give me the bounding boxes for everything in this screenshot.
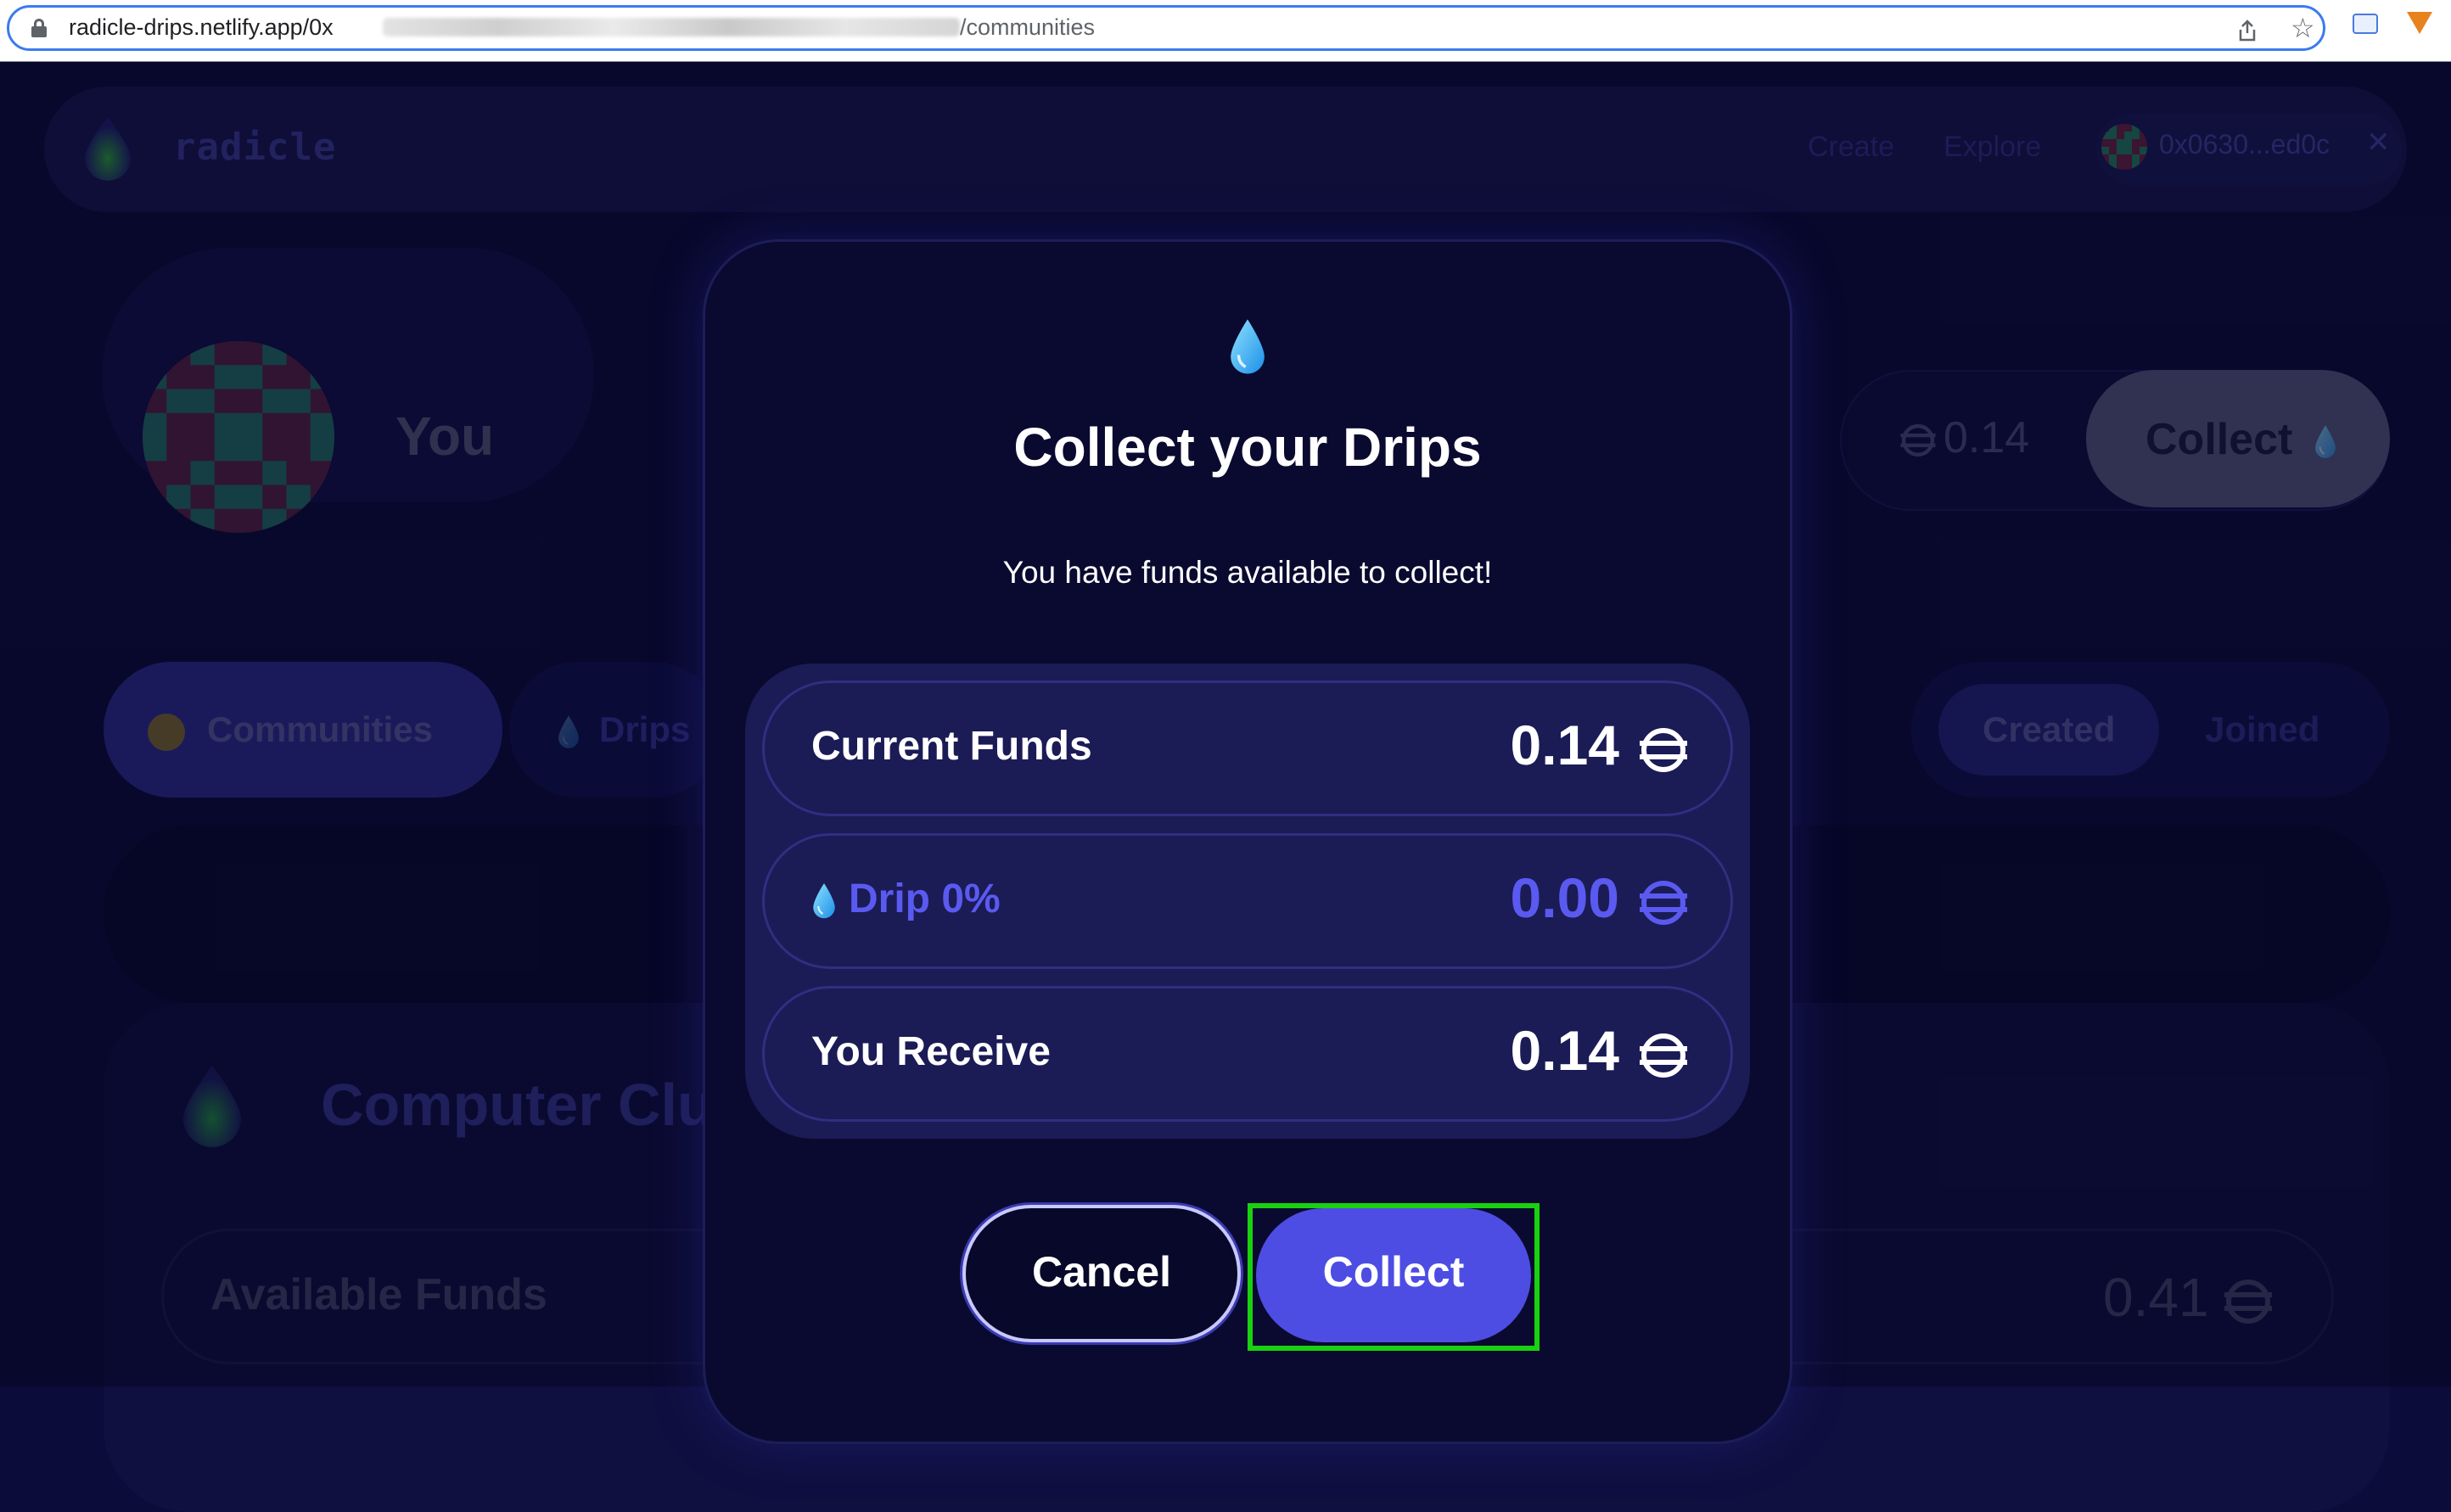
drop-icon bbox=[811, 882, 837, 921]
row-current-funds-label: Current Funds bbox=[811, 724, 1092, 769]
extension-icon[interactable] bbox=[2353, 14, 2378, 34]
url-redacted bbox=[383, 18, 960, 36]
dai-icon bbox=[1638, 1030, 1689, 1081]
row-current-funds-value: 0.14 bbox=[1443, 713, 1689, 777]
modal-title: Collect your Drips bbox=[1013, 417, 1482, 478]
row-you-receive-value: 0.14 bbox=[1443, 1018, 1689, 1083]
row-drip-fee-label: Drip 0% bbox=[811, 876, 1001, 922]
dai-icon bbox=[1638, 877, 1689, 928]
browser-toolbar: radicle-drips.netlify.app/0x /communitie… bbox=[0, 0, 2451, 62]
row-you-receive-label: You Receive bbox=[811, 1029, 1051, 1074]
share-icon[interactable] bbox=[2238, 20, 2257, 42]
lock-icon[interactable] bbox=[31, 19, 47, 37]
dai-icon bbox=[1638, 725, 1689, 776]
bookmark-star-icon[interactable]: ☆ bbox=[2291, 14, 2315, 42]
drop-icon bbox=[1227, 317, 1268, 377]
address-bar[interactable]: radicle-drips.netlify.app/0x /communitie… bbox=[7, 5, 2325, 51]
url-path[interactable]: /communities bbox=[960, 14, 1095, 41]
metamask-fox-icon[interactable] bbox=[2407, 12, 2432, 36]
row-drip-fee-value: 0.00 bbox=[1443, 865, 1689, 930]
target-highlight-box bbox=[1248, 1203, 1540, 1351]
cancel-button-label[interactable]: Cancel bbox=[962, 1247, 1241, 1296]
modal-subtitle: You have funds available to collect! bbox=[1002, 555, 1493, 590]
url-text[interactable]: radicle-drips.netlify.app/0x bbox=[69, 14, 334, 41]
